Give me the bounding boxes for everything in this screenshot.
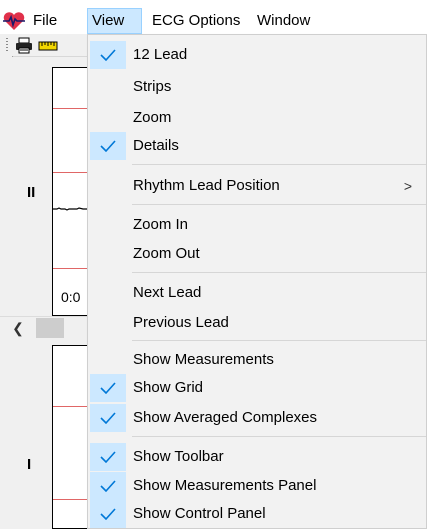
check-highlight <box>90 374 126 402</box>
view-menu-dropdown: 12 Lead Strips Zoom Details Rhythm Lead … <box>87 34 427 529</box>
toolbar-grip[interactable] <box>6 38 8 52</box>
scroll-left-arrow-icon[interactable]: ❮ <box>0 317 36 339</box>
menu-item-previous-lead[interactable]: Previous Lead <box>88 309 426 337</box>
menu-item-zoom-in[interactable]: Zoom In <box>88 211 426 239</box>
ecg-panel-top: II 0:0 <box>0 57 93 316</box>
menu-file[interactable]: File <box>29 8 61 34</box>
menu-item-label: Show Grid <box>133 379 204 396</box>
menu-item-show-control-panel[interactable]: Show Control Panel <box>88 500 426 528</box>
menu-separator <box>132 204 426 205</box>
menu-item-label: Strips <box>133 78 172 95</box>
check-highlight <box>90 443 126 471</box>
menu-item-label: Details <box>133 137 179 154</box>
menu-item-label: Zoom In <box>133 216 189 233</box>
menu-item-label: Show Toolbar <box>133 448 224 465</box>
check-highlight <box>90 404 126 432</box>
check-icon <box>100 49 116 61</box>
menu-item-label: Show Control Panel <box>133 505 266 522</box>
menu-item-label: Zoom <box>133 109 172 126</box>
menu-window[interactable]: Window <box>253 8 314 34</box>
menu-item-next-lead[interactable]: Next Lead <box>88 279 426 307</box>
menu-item-show-measurements[interactable]: Show Measurements <box>88 346 426 374</box>
menu-item-label: 12 Lead <box>133 46 188 63</box>
menu-item-details[interactable]: Details <box>88 132 426 160</box>
menu-item-zoom-out[interactable]: Zoom Out <box>88 240 426 268</box>
menu-ecg-options[interactable]: ECG Options <box>148 8 244 34</box>
menu-item-label: Show Measurements Panel <box>133 477 317 494</box>
menu-item-strips[interactable]: Strips <box>88 73 426 101</box>
check-highlight <box>90 472 126 500</box>
menu-item-label: Zoom Out <box>133 245 200 262</box>
check-icon <box>100 382 116 394</box>
time-label: 0:0 <box>61 289 81 305</box>
check-icon <box>100 480 116 492</box>
menu-separator <box>132 436 426 437</box>
menu-item-show-averaged-complexes[interactable]: Show Averaged Complexes <box>88 404 426 432</box>
check-icon <box>100 412 116 424</box>
menu-item-label: Show Averaged Complexes <box>133 409 317 426</box>
check-icon <box>100 140 116 152</box>
menu-bar: File View ECG Options Window <box>0 0 427 34</box>
check-icon <box>100 508 116 520</box>
horizontal-scrollbar[interactable]: ❮ <box>0 316 92 340</box>
check-highlight <box>90 41 126 69</box>
menu-separator <box>132 272 426 273</box>
menu-separator <box>132 164 426 165</box>
menu-item-zoom[interactable]: Zoom <box>88 104 426 132</box>
ruler-icon[interactable] <box>38 37 58 54</box>
menu-item-label: Next Lead <box>133 284 202 301</box>
menu-view[interactable]: View <box>87 8 142 34</box>
submenu-arrow-icon: > <box>403 178 412 194</box>
heart-ecg-icon[interactable] <box>2 11 26 31</box>
check-highlight <box>90 500 126 528</box>
scroll-thumb[interactable] <box>36 318 64 338</box>
lead-label-top: II <box>27 184 36 201</box>
menu-item-show-grid[interactable]: Show Grid <box>88 374 426 402</box>
printer-icon[interactable] <box>14 37 34 54</box>
ecg-panel-bottom: I <box>0 339 92 529</box>
ecg-trace-area-top[interactable] <box>52 67 93 316</box>
menu-item-12-lead[interactable]: 12 Lead <box>88 41 426 69</box>
menu-item-show-toolbar[interactable]: Show Toolbar <box>88 443 426 471</box>
menu-item-rhythm-lead-position[interactable]: Rhythm Lead Position > <box>88 172 426 200</box>
check-icon <box>100 451 116 463</box>
menu-item-label: Show Measurements <box>133 351 274 368</box>
menu-separator <box>132 340 426 341</box>
ecg-trace-area-bottom[interactable] <box>52 345 92 529</box>
menu-item-show-measurements-panel[interactable]: Show Measurements Panel <box>88 472 426 500</box>
menu-item-label: Previous Lead <box>133 314 229 331</box>
menu-item-label: Rhythm Lead Position <box>133 177 280 194</box>
check-highlight <box>90 132 126 160</box>
lead-label-bottom: I <box>27 456 32 473</box>
